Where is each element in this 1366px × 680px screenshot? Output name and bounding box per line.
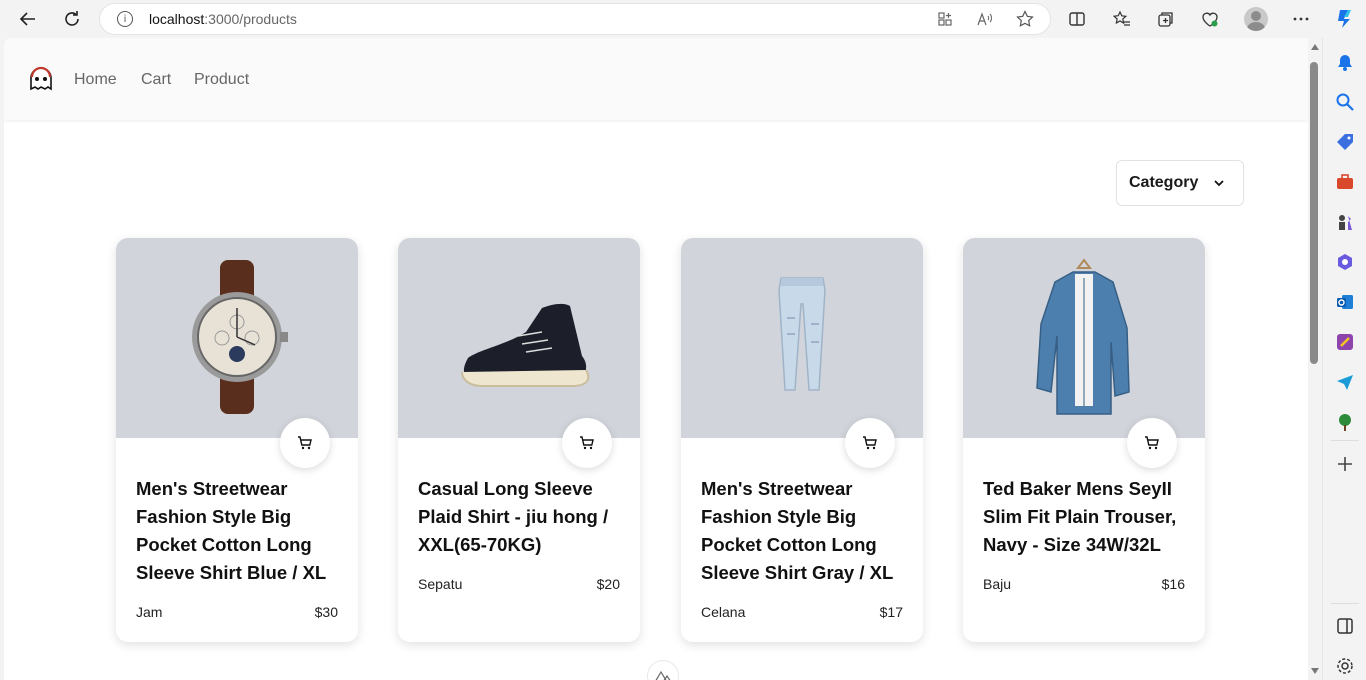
product-category: Jam: [136, 604, 163, 620]
product-category: Baju: [983, 576, 1012, 592]
product-title[interactable]: Men's Streetwear Fashion Style Big Pocke…: [701, 475, 906, 587]
page-scrollbar[interactable]: [1308, 38, 1322, 680]
edge-sidebar: [1322, 38, 1366, 680]
tools-briefcase-icon[interactable]: [1335, 172, 1355, 192]
page-viewport: Home Cart Product Category Men's Streetw…: [4, 38, 1308, 680]
product-meta: Sepatu $20: [418, 576, 620, 592]
cart-icon: [298, 436, 312, 450]
nuxt-devtools-button[interactable]: [647, 660, 679, 680]
product-image-denim-shirt[interactable]: [963, 238, 1205, 438]
back-arrow-icon: [19, 12, 35, 26]
cart-icon: [863, 436, 877, 450]
product-card[interactable]: Men's Streetwear Fashion Style Big Pocke…: [681, 238, 923, 642]
games-chess-icon[interactable]: [1335, 212, 1355, 232]
microsoft-365-icon[interactable]: [1335, 252, 1355, 272]
cart-icon: [1145, 436, 1159, 450]
browser-toolbar: i localhost:3000/products: [0, 0, 1366, 38]
shopping-tag-icon[interactable]: [1335, 132, 1355, 152]
product-meta: Baju $16: [983, 576, 1185, 592]
address-bar[interactable]: i localhost:3000/products: [100, 4, 1050, 34]
cart-icon: [580, 436, 594, 450]
search-icon[interactable]: [1335, 92, 1355, 112]
profile-avatar[interactable]: [1244, 7, 1268, 31]
collections-icon[interactable]: [1156, 9, 1176, 29]
refresh-button[interactable]: [59, 7, 85, 31]
product-image-jeans[interactable]: [681, 238, 923, 438]
split-screen-icon[interactable]: [1067, 9, 1087, 29]
add-plus-icon[interactable]: [1335, 454, 1355, 474]
site-navbar: Home Cart Product: [4, 38, 1308, 120]
product-card[interactable]: Ted Baker Mens SeyII Slim Fit Plain Trou…: [963, 238, 1205, 642]
category-label: Category: [1129, 174, 1199, 191]
copilot-icon[interactable]: [1333, 7, 1357, 31]
sidebar-panel-icon[interactable]: [1335, 616, 1355, 636]
product-title[interactable]: Men's Streetwear Fashion Style Big Pocke…: [136, 475, 341, 587]
product-price: $20: [596, 576, 620, 592]
refresh-icon: [65, 11, 79, 26]
product-image-wristwatch[interactable]: [116, 238, 358, 438]
nav-cart-link[interactable]: Cart: [141, 71, 171, 89]
product-price: $16: [1161, 576, 1185, 592]
settings-gear-icon[interactable]: [1335, 656, 1355, 676]
product-image-sneaker[interactable]: [398, 238, 640, 438]
sidebar-divider: [1331, 440, 1359, 441]
product-title[interactable]: Ted Baker Mens SeyII Slim Fit Plain Trou…: [983, 475, 1188, 559]
tree-icon[interactable]: [1335, 412, 1355, 432]
nuxt-logo-icon: [655, 670, 671, 680]
product-card[interactable]: Casual Long Sleeve Plaid Shirt - jiu hon…: [398, 238, 640, 642]
designer-icon[interactable]: [1335, 332, 1355, 352]
more-options-icon[interactable]: [1291, 9, 1311, 29]
send-plane-icon[interactable]: [1335, 372, 1355, 392]
app-available-icon[interactable]: [936, 11, 954, 27]
url-text[interactable]: localhost:3000/products: [149, 11, 297, 27]
scroll-up-arrow-icon[interactable]: [1311, 44, 1319, 50]
read-aloud-icon[interactable]: [976, 11, 994, 27]
product-card[interactable]: Men's Streetwear Fashion Style Big Pocke…: [116, 238, 358, 642]
scroll-thumb[interactable]: [1310, 62, 1318, 364]
notification-bell-icon[interactable]: [1335, 52, 1355, 72]
product-category: Sepatu: [418, 576, 463, 592]
site-info-icon[interactable]: i: [117, 11, 133, 27]
product-meta: Celana $17: [701, 604, 903, 620]
product-meta: Jam $30: [136, 604, 338, 620]
add-to-cart-button[interactable]: [845, 418, 895, 468]
back-button[interactable]: [15, 7, 41, 31]
nav-home-link[interactable]: Home: [74, 71, 117, 89]
favorite-star-icon[interactable]: [1016, 10, 1034, 27]
ghost-logo-icon[interactable]: [28, 66, 54, 92]
product-price: $30: [314, 604, 338, 620]
product-price: $17: [879, 604, 903, 620]
nav-product-link[interactable]: Product: [194, 71, 249, 89]
product-category: Celana: [701, 604, 746, 620]
outlook-icon[interactable]: [1335, 292, 1355, 312]
favorites-icon[interactable]: [1112, 9, 1132, 29]
browser-essentials-icon[interactable]: [1200, 9, 1220, 29]
chevron-down-icon: [1214, 180, 1224, 187]
category-dropdown[interactable]: Category: [1116, 160, 1244, 206]
add-to-cart-button[interactable]: [1127, 418, 1177, 468]
add-to-cart-button[interactable]: [280, 418, 330, 468]
sidebar-divider: [1331, 603, 1359, 604]
add-to-cart-button[interactable]: [562, 418, 612, 468]
product-title[interactable]: Casual Long Sleeve Plaid Shirt - jiu hon…: [418, 475, 623, 559]
scroll-down-arrow-icon[interactable]: [1311, 668, 1319, 674]
